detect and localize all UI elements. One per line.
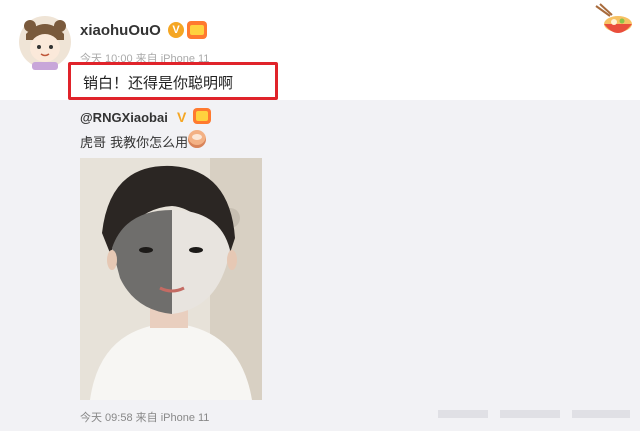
username[interactable]: xiaohuOuO (80, 22, 161, 39)
emoji-icon (188, 130, 206, 148)
verified-icon: V (168, 22, 184, 38)
repost-meta[interactable]: 今天 09:58 来自 iPhone 11 (80, 409, 209, 425)
vip-badge-icon (187, 21, 207, 39)
repost-photo[interactable] (80, 158, 262, 400)
repost-text: 虎哥 我教你怎么用 (80, 136, 189, 151)
watermark-blur (572, 410, 630, 418)
watermark-blur (438, 410, 488, 418)
post-text: 销白！还得是你聪明啊 (83, 74, 234, 92)
watermark-blur (500, 410, 560, 418)
repost-username[interactable]: @RNGXiaobai (80, 110, 168, 125)
food-bowl-icon (595, 3, 632, 33)
avatar[interactable] (18, 12, 72, 72)
post-text-highlight: 销白！还得是你聪明啊 (68, 62, 278, 100)
vip-badge-icon (193, 108, 211, 124)
verified-icon: V (177, 109, 187, 125)
